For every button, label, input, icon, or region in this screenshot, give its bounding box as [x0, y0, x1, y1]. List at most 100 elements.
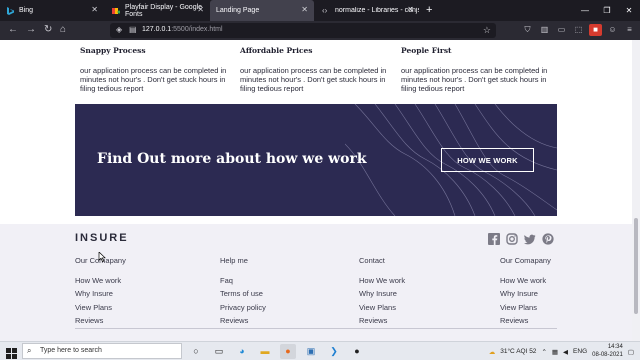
- footer-link[interactable]: Why Insure: [75, 287, 195, 300]
- pinterest-icon[interactable]: [542, 232, 554, 245]
- footer-link[interactable]: How We work: [359, 274, 479, 287]
- footer-link[interactable]: Reviews: [220, 314, 340, 327]
- tab-label: Landing Page: [216, 7, 260, 14]
- bookmark-star-icon[interactable]: ☆: [483, 24, 491, 36]
- page-viewport: Snappy Process our application process c…: [0, 40, 632, 341]
- footer-column-help: Help me Faq Terms of use Privacy policy …: [220, 256, 340, 328]
- insure-logo[interactable]: INSURE: [75, 232, 129, 244]
- cortana-icon[interactable]: ○: [188, 344, 204, 359]
- windows-taskbar: ⌕ Type here to search ○ ▭ ◕ ▬ ● ▣ ❯ ● ☁ …: [0, 341, 640, 360]
- tray-overflow-icon[interactable]: ⌃: [541, 348, 546, 356]
- facebook-icon[interactable]: [488, 232, 500, 245]
- close-tab-icon[interactable]: ✕: [197, 6, 204, 14]
- feature-text: our application process can be completed…: [240, 66, 387, 93]
- volume-icon[interactable]: ◀: [563, 348, 568, 356]
- bing-icon: [6, 6, 14, 15]
- github-icon[interactable]: ●: [349, 344, 365, 359]
- pocket-icon[interactable]: ⛉: [521, 24, 534, 36]
- footer-link[interactable]: Reviews: [75, 314, 195, 327]
- feature-affordable-prices: Affordable Prices our application proces…: [240, 40, 400, 93]
- back-icon[interactable]: ←: [8, 24, 18, 36]
- edge-icon[interactable]: ◕: [234, 344, 250, 359]
- home-icon[interactable]: ⌂: [60, 24, 66, 36]
- footer-link[interactable]: How We work: [75, 274, 195, 287]
- footer-link[interactable]: Terms of use: [220, 287, 340, 300]
- language-indicator[interactable]: ENG: [573, 348, 587, 355]
- footer-link[interactable]: View Plans: [500, 301, 620, 314]
- footer-link[interactable]: View Plans: [75, 301, 195, 314]
- tab-google-fonts[interactable]: Playfair Display - Google Fonts ✕: [106, 0, 210, 21]
- weather-icon: ☁: [488, 348, 496, 356]
- feature-title: People First: [401, 46, 452, 55]
- footer-column-company: Our Comapany How We work Why Insure View…: [75, 256, 195, 328]
- clock[interactable]: 14:34 08-08-2021: [592, 344, 623, 359]
- instagram-icon[interactable]: [506, 232, 518, 245]
- clock-date: 08-08-2021: [592, 351, 623, 358]
- account-icon[interactable]: ☺: [606, 24, 619, 36]
- page-scrollbar[interactable]: [632, 40, 640, 341]
- task-view-icon[interactable]: ▭: [211, 344, 227, 359]
- footer-link[interactable]: Why Insure: [359, 287, 479, 300]
- footer-column-heading: Help me: [220, 256, 248, 265]
- terminal-icon[interactable]: ▣: [303, 344, 319, 359]
- toolbar-icons: ⛉ ▥ ▭ ⬚ ■ ☺ ≡: [521, 24, 636, 36]
- footer-column-company-2: Our Comapany How We work Why Insure View…: [500, 256, 620, 328]
- vscode-icon[interactable]: ❯: [326, 344, 342, 359]
- banner-heading: Find Out more about how we work: [97, 151, 367, 167]
- footer-link[interactable]: Privacy policy: [220, 301, 340, 314]
- footer-divider: [75, 328, 557, 329]
- library-icon[interactable]: ▥: [538, 24, 551, 36]
- footer-link[interactable]: Reviews: [500, 314, 620, 327]
- firefox-icon[interactable]: ●: [280, 344, 296, 359]
- extension-icon[interactable]: ■: [589, 24, 602, 36]
- scrollbar-thumb[interactable]: [634, 218, 638, 314]
- minimize-icon[interactable]: —: [574, 0, 596, 21]
- tab-landing-page[interactable]: Landing Page ✕: [210, 0, 314, 21]
- footer-column-heading: Our Comapany: [500, 256, 551, 265]
- footer-column-contact: Contact How We work Why Insure View Plan…: [359, 256, 479, 328]
- how-we-work-button[interactable]: HOW WE WORK: [441, 148, 534, 172]
- footer-link[interactable]: View Plans: [359, 301, 479, 314]
- menu-icon[interactable]: ≡: [623, 24, 636, 36]
- maximize-icon[interactable]: ❐: [596, 0, 618, 21]
- social-links: [488, 232, 554, 245]
- feature-text: our application process can be completed…: [80, 66, 227, 93]
- close-tab-icon[interactable]: ✕: [301, 6, 308, 14]
- windows-start-icon[interactable]: [6, 346, 17, 359]
- search-placeholder: Type here to search: [40, 347, 102, 354]
- page-info-icon[interactable]: ▤: [129, 25, 137, 35]
- code-icon: ‹›: [322, 5, 328, 15]
- close-tab-icon[interactable]: ✕: [91, 6, 98, 14]
- tab-normalize[interactable]: ‹› normalize - Libraries - cdnjs - Th ✕: [316, 0, 420, 21]
- file-explorer-icon[interactable]: ▬: [257, 344, 273, 359]
- footer-link[interactable]: Faq: [220, 274, 340, 287]
- twitter-icon[interactable]: [524, 232, 536, 245]
- mouse-cursor-icon: [98, 251, 106, 264]
- shield-icon[interactable]: ◈: [116, 25, 122, 35]
- browser-tab-bar: Bing ✕ Playfair Display - Google Fonts ✕…: [0, 0, 640, 21]
- cta-banner: Find Out more about how we work HOW WE W…: [75, 104, 557, 216]
- feature-people-first: People First our application process can…: [401, 40, 561, 93]
- page-footer: INSURE Our Comapany How We work Why Insu…: [0, 224, 632, 341]
- clock-time: 14:34: [607, 344, 623, 350]
- sidebar-icon[interactable]: ▭: [555, 24, 568, 36]
- close-tab-icon[interactable]: ✕: [407, 6, 414, 14]
- notifications-icon[interactable]: ▢: [628, 348, 634, 356]
- footer-link[interactable]: Reviews: [359, 314, 479, 327]
- search-icon: ⌕: [27, 346, 32, 355]
- new-tab-button[interactable]: +: [426, 4, 432, 16]
- weather-text[interactable]: 31°C AQI 52: [500, 348, 536, 355]
- close-window-icon[interactable]: ✕: [618, 0, 640, 21]
- address-bar[interactable]: ◈ ▤ 127.0.0.1:5500/index.html ☆: [110, 23, 496, 38]
- feature-title: Affordable Prices: [240, 46, 313, 55]
- url-text: 127.0.0.1:5500/index.html: [142, 26, 223, 33]
- network-icon[interactable]: ▦: [552, 348, 558, 356]
- screenshot-icon[interactable]: ⬚: [572, 24, 585, 36]
- footer-column-heading: Our Comapany: [75, 256, 126, 265]
- taskbar-search[interactable]: ⌕ Type here to search: [22, 343, 182, 359]
- footer-link[interactable]: Why Insure: [500, 287, 620, 300]
- forward-icon[interactable]: →: [26, 24, 36, 36]
- tab-bing[interactable]: Bing ✕: [0, 0, 104, 21]
- reload-icon[interactable]: ↻: [44, 24, 52, 36]
- footer-link[interactable]: How We work: [500, 274, 620, 287]
